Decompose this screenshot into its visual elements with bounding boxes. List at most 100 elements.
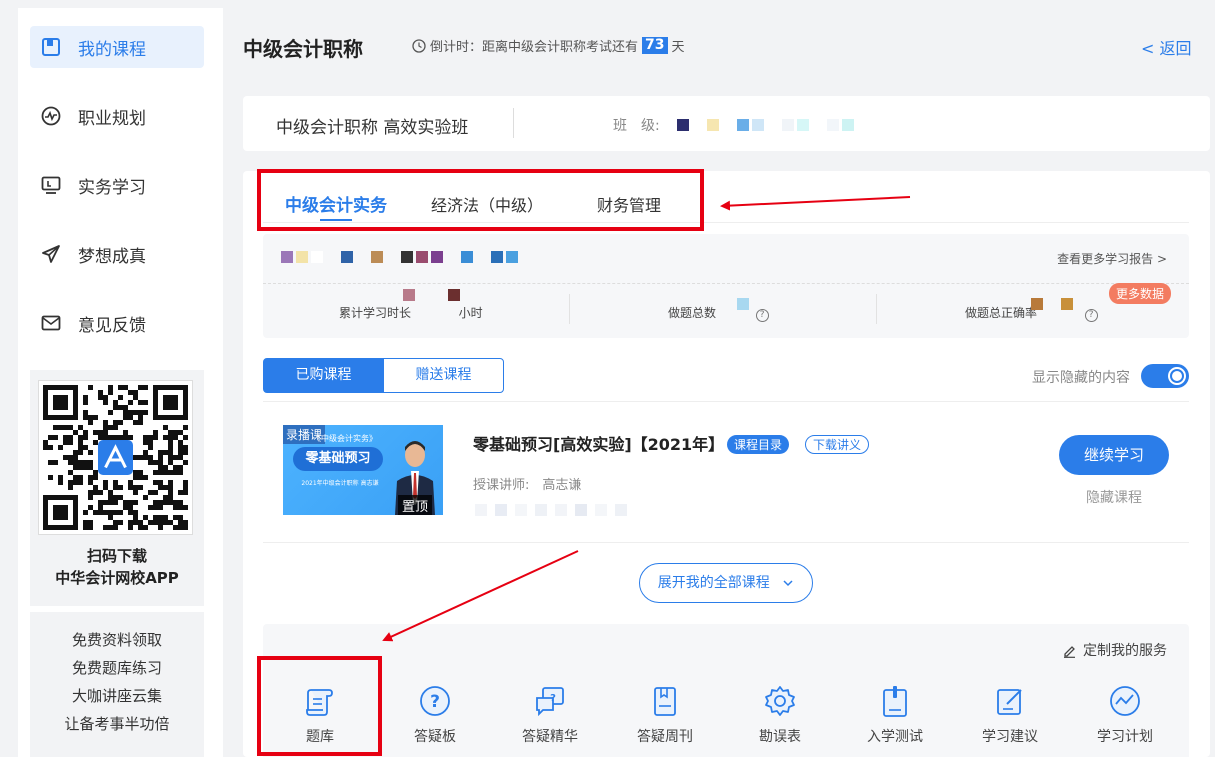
chart-circle-icon: [1110, 686, 1140, 716]
customize-services-link[interactable]: 定制我的服务: [1062, 640, 1167, 660]
mail-icon: [41, 315, 61, 331]
sidebar-item-label: 职业规划: [78, 108, 146, 129]
service-label: 勘误表: [759, 729, 801, 745]
exam-countdown: 倒计时：距离中级会计职称考试还有 73 天: [412, 36, 685, 55]
more-data-badge[interactable]: 更多数据: [1109, 283, 1172, 304]
divider: [513, 108, 514, 138]
notebook-icon: [654, 687, 676, 716]
service-entrance-test[interactable]: 入学测试: [850, 682, 940, 746]
report-divider: [263, 283, 1189, 284]
sidebar-item-label: 实务学习: [78, 177, 146, 198]
qr-caption-2: 中华会计网校APP: [55, 569, 179, 587]
back-link[interactable]: < 返回: [1141, 35, 1192, 59]
service-label: 答疑周刊: [637, 729, 693, 745]
edit-icon: [997, 689, 1022, 715]
stat-question-count-label: 做题总数: [668, 306, 717, 320]
pulse-icon: [41, 106, 61, 126]
service-qa-board[interactable]: ? 答疑板: [390, 682, 480, 746]
paper-plane-icon: [42, 245, 60, 263]
service-study-advice[interactable]: 学习建议: [965, 682, 1055, 746]
redacted-accuracy: [1031, 298, 1073, 310]
course-filter: 已购课程 赠送课程: [263, 358, 504, 393]
stat-study-time-label: 累计学习时长: [339, 306, 412, 320]
svg-text:?: ?: [550, 693, 556, 704]
edit-icon: [1064, 645, 1075, 658]
service-qa-weekly[interactable]: 答疑周刊: [620, 682, 710, 746]
services-panel: 定制我的服务 题库 ? 答疑板 ? 答疑精华 答疑周刊 勘误表 入学测试 学习建: [263, 624, 1189, 757]
thumb-small-text: 2021年中级会计职称 高志谦: [301, 480, 379, 487]
stat-accuracy-label: 做题总正确率: [965, 306, 1038, 320]
countdown-days: 73: [642, 37, 668, 54]
redacted-question-count: [737, 298, 749, 310]
service-label: 答疑精华: [522, 729, 578, 745]
stat-study-time-unit: 小时: [458, 306, 483, 320]
sidebar-item-career[interactable]: 职业规划: [30, 95, 204, 137]
filter-divider: [263, 401, 1189, 402]
sidebar-item-label: 我的课程: [78, 39, 146, 60]
pinned-badge: 置顶: [398, 495, 433, 515]
class-name: 中级会计职称 高效实验班: [276, 118, 469, 138]
help-icon[interactable]: ?: [755, 309, 769, 322]
stat-divider: [876, 294, 877, 324]
class-label: 班 级:: [613, 118, 660, 134]
svg-text:?: ?: [430, 692, 440, 712]
hide-course-link[interactable]: 隐藏课程: [1086, 487, 1142, 507]
service-study-plan[interactable]: 学习计划: [1080, 682, 1170, 746]
redacted-course-progress: [475, 504, 627, 516]
course-divider: [263, 542, 1189, 543]
monitor-icon: [41, 176, 61, 194]
service-qa-highlights[interactable]: ? 答疑精华: [505, 682, 595, 746]
continue-learning-button[interactable]: 继续学习: [1059, 435, 1169, 475]
redacted-study-time: [403, 289, 460, 301]
promo-box: 免费资料领取 免费题库练习 大咖讲座云集 让备考事半功倍: [30, 612, 204, 757]
redacted-class-value: [677, 119, 854, 131]
stat-question-count: 做题总数 ?: [668, 304, 769, 322]
page-title: 中级会计职称: [243, 37, 363, 61]
clipboard-icon: [883, 686, 907, 717]
thumb-subtitle: 《中级会计实务》: [313, 434, 377, 443]
highlight-box-question-bank: [257, 656, 382, 756]
chevron-down-icon: [783, 580, 793, 587]
sidebar-item-practice[interactable]: 实务学习: [30, 164, 204, 206]
course-title[interactable]: 零基础预习[高效实验]【2021年】: [473, 431, 724, 455]
chat-question-icon: ?: [536, 687, 564, 717]
help-icon[interactable]: ?: [1084, 309, 1098, 322]
class-info-bar: 中级会计职称 高效实验班 班 级:: [243, 96, 1210, 151]
more-reports-link[interactable]: 查看更多学习报告 >: [1057, 250, 1167, 267]
qr-caption-1: 扫码下载: [86, 547, 147, 565]
sidebar-item-feedback[interactable]: 意见反馈: [30, 302, 204, 344]
purchased-courses-button[interactable]: 已购课程: [263, 358, 384, 393]
expand-label: 展开我的全部课程: [657, 575, 770, 591]
download-handout-tag[interactable]: 下载讲义: [805, 435, 870, 454]
service-label: 学习计划: [1097, 729, 1153, 745]
qr-code: [38, 380, 193, 535]
promo-line: 让备考事半功倍: [64, 715, 170, 733]
promo-line: 免费资料领取: [71, 631, 162, 649]
learning-report: 查看更多学习报告 > 累计学习时长 小时 做题总数 ? 做题总正确率 ? 更多数…: [263, 234, 1189, 338]
question-circle-icon: ?: [420, 686, 450, 716]
clock-icon: [412, 38, 426, 53]
promo-line: 大咖讲座云集: [71, 687, 162, 705]
sidebar-item-dream[interactable]: 梦想成真: [30, 233, 204, 275]
redacted-report-title: [281, 251, 518, 263]
promo-line: 免费题库练习: [71, 659, 162, 677]
qr-download-box: 扫码下载 中华会计网校APP: [30, 370, 204, 606]
expand-all-courses-button[interactable]: 展开我的全部课程: [639, 563, 813, 603]
qr-code-image: [43, 385, 188, 530]
service-errata[interactable]: 勘误表: [735, 682, 825, 746]
service-label: 答疑板: [414, 729, 456, 745]
sidebar-item-my-courses[interactable]: 我的课程: [30, 26, 204, 68]
gifted-courses-button[interactable]: 赠送课程: [383, 358, 504, 393]
gear-icon: [765, 686, 795, 716]
thumb-title: 零基础预习: [293, 447, 383, 471]
course-thumbnail[interactable]: 录播课 《中级会计实务》 零基础预习 2021年中级会计职称 高志谦 置顶: [283, 425, 443, 515]
show-hidden-toggle[interactable]: [1141, 364, 1189, 388]
countdown-suffix: 天: [671, 40, 685, 55]
course-catalog-tag[interactable]: 课程目录: [727, 435, 790, 454]
sidebar-item-label: 意见反馈: [78, 315, 146, 336]
service-label: 学习建议: [982, 729, 1038, 745]
main-panel: 中级会计实务 经济法（中级） 财务管理 查看更多学习报告 > 累计学习时长 小时…: [243, 169, 1210, 757]
book-icon: [42, 38, 60, 56]
show-hidden-label: 显示隐藏的内容: [1032, 370, 1130, 386]
stat-study-time: 累计学习时长 小时: [339, 304, 483, 321]
